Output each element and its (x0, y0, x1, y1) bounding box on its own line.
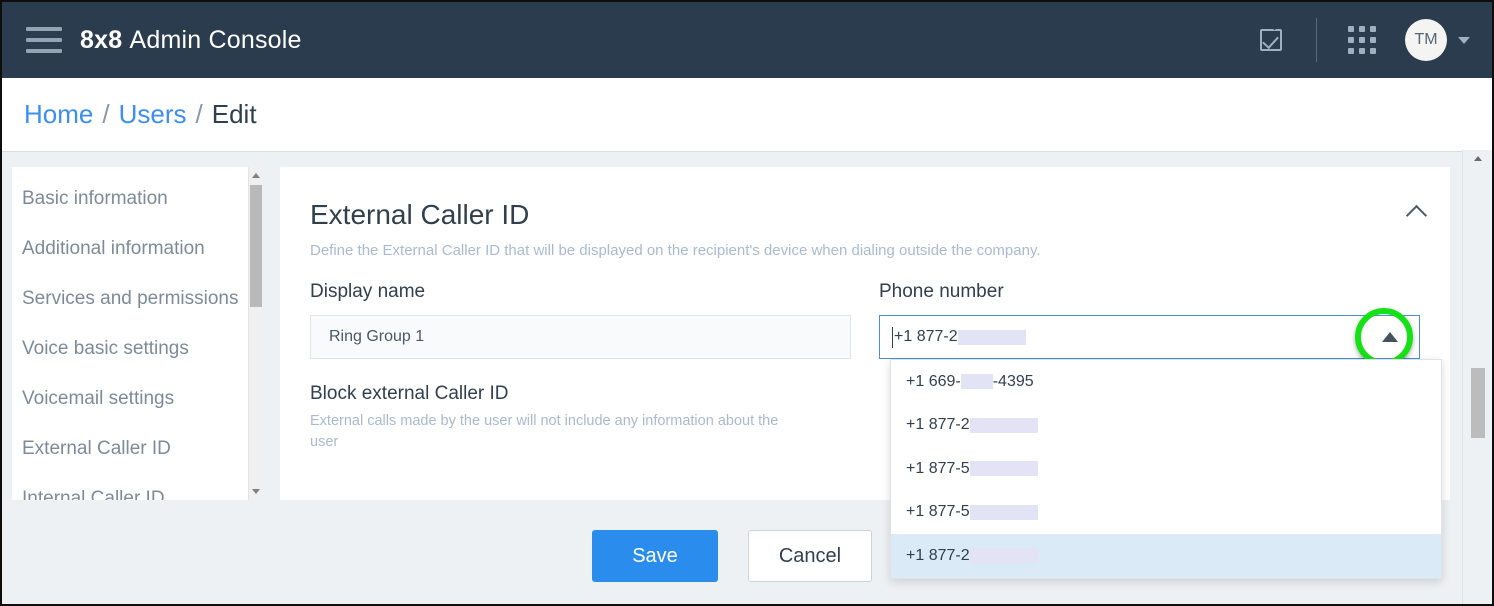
sidebar-item-voice-basic-settings[interactable]: Voice basic settings (12, 324, 248, 374)
sidebar-item-services-and-permissions[interactable]: Services and permissions (12, 274, 248, 324)
card-description: Define the External Caller ID that will … (310, 242, 1416, 259)
sidebar-scrollbar-thumb[interactable] (250, 185, 262, 307)
redacted-digits (970, 505, 1038, 520)
tasks-checkbox-icon[interactable] (1248, 17, 1294, 63)
brand-title: 8x8 Admin Console (80, 26, 302, 55)
dropdown-option-text: +1 877-2 (906, 547, 970, 565)
page-scrollbar-thumb[interactable] (1471, 368, 1485, 438)
avatar[interactable]: TM (1405, 19, 1447, 61)
chevron-down-icon[interactable] (1458, 37, 1470, 44)
dropdown-option-text: +1 877-5 (906, 503, 970, 521)
grid-apps-icon[interactable] (1339, 17, 1385, 63)
breadcrumb-current-edit: Edit (212, 99, 257, 130)
page-scrollbar[interactable] (1462, 150, 1492, 604)
dropdown-option[interactable]: +1 877-2 (891, 404, 1441, 448)
scroll-up-arrow-icon[interactable] (252, 173, 260, 178)
dropdown-option[interactable]: +1 877-2 (891, 534, 1441, 578)
top-navbar: 8x8 Admin Console TM (2, 2, 1492, 78)
phone-number-value: +1 877-2 (894, 328, 958, 346)
card-header: External Caller ID Define the External C… (280, 167, 1450, 259)
dropdown-option[interactable]: +1 877-5 (891, 447, 1441, 491)
block-caller-id-title: Block external Caller ID (310, 383, 810, 405)
admin-console-window: 8x8 Admin Console TM Home / Users / Edit (0, 0, 1494, 606)
breadcrumb-separator: / (196, 99, 203, 130)
chevron-up-icon[interactable] (1408, 203, 1424, 219)
redacted-digits (970, 461, 1038, 476)
sidebar-item-additional-information[interactable]: Additional information (12, 224, 248, 274)
triangle-up-icon (1382, 332, 1398, 342)
dropdown-option-text: +1 669- (906, 373, 961, 391)
save-button[interactable]: Save (592, 530, 718, 582)
dropdown-option-suffix: -4395 (993, 373, 1034, 391)
navbar-actions: TM (1248, 17, 1492, 63)
navbar-divider (1316, 18, 1317, 62)
scroll-down-arrow-icon[interactable] (252, 489, 260, 494)
sidebar-item-label: Basic information (22, 188, 168, 210)
form-fields: Display name Ring Group 1 Phone number +… (280, 259, 1450, 359)
brand-product-name: Admin Console (129, 26, 301, 54)
page-title: External Caller ID (310, 199, 1416, 231)
redacted-digits (970, 418, 1038, 433)
settings-sidebar: Basic information Additional information S… (12, 167, 262, 500)
phone-number-dropdown[interactable]: +1 669- -4395 +1 877-2 +1 877-5 +1 877-5 +1 8… (890, 359, 1442, 579)
sidebar-item-voicemail-settings[interactable]: Voicemail settings (12, 374, 248, 424)
phone-number-label: Phone number (879, 281, 1420, 303)
sidebar-item-label: Internal Caller ID (22, 488, 165, 500)
redacted-digits (961, 374, 993, 389)
sidebar-item-label: Voice basic settings (22, 338, 189, 360)
dropdown-option-text: +1 877-5 (906, 460, 970, 478)
sidebar-item-label: External Caller ID (22, 438, 171, 460)
phone-number-input[interactable]: +1 877-2 (879, 315, 1420, 359)
breadcrumb: Home / Users / Edit (2, 78, 1492, 152)
display-name-label: Display name (310, 281, 851, 303)
text-cursor (892, 327, 893, 348)
scroll-up-arrow-icon[interactable] (1474, 156, 1482, 161)
sidebar-scrollbar[interactable] (248, 167, 262, 500)
redacted-digits (970, 548, 1038, 563)
breadcrumb-home[interactable]: Home (24, 99, 93, 130)
cancel-button[interactable]: Cancel (748, 530, 872, 582)
display-name-field-group: Display name Ring Group 1 (310, 281, 851, 359)
sidebar-item-internal-caller-id[interactable]: Internal Caller ID (12, 474, 248, 500)
dropdown-option[interactable]: +1 669- -4395 (891, 360, 1441, 404)
sidebar-item-basic-information[interactable]: Basic information (12, 174, 248, 224)
sidebar-item-label: Voicemail settings (22, 388, 174, 410)
phone-number-field-group: Phone number +1 877-2 (879, 281, 1420, 359)
dropdown-option-text: +1 877-2 (906, 416, 970, 434)
phone-dropdown-toggle[interactable] (1361, 316, 1419, 358)
display-name-input[interactable]: Ring Group 1 (310, 315, 851, 359)
sidebar-item-label: Services and permissions (22, 288, 238, 310)
breadcrumb-users[interactable]: Users (119, 99, 187, 130)
dropdown-option[interactable]: +1 877-5 (891, 491, 1441, 535)
redacted-phone-digits (958, 330, 1026, 345)
breadcrumb-separator: / (102, 99, 109, 130)
block-caller-id-texts: Block external Caller ID External calls … (310, 383, 810, 453)
block-caller-id-description: External calls made by the user will not… (310, 411, 810, 453)
hamburger-menu-icon[interactable] (26, 27, 62, 53)
sidebar-item-label: Additional information (22, 238, 205, 260)
sidebar-item-list: Basic information Additional information S… (12, 167, 248, 500)
sidebar-item-external-caller-id[interactable]: External Caller ID (12, 424, 248, 474)
brand-logo-text: 8x8 (80, 26, 122, 54)
